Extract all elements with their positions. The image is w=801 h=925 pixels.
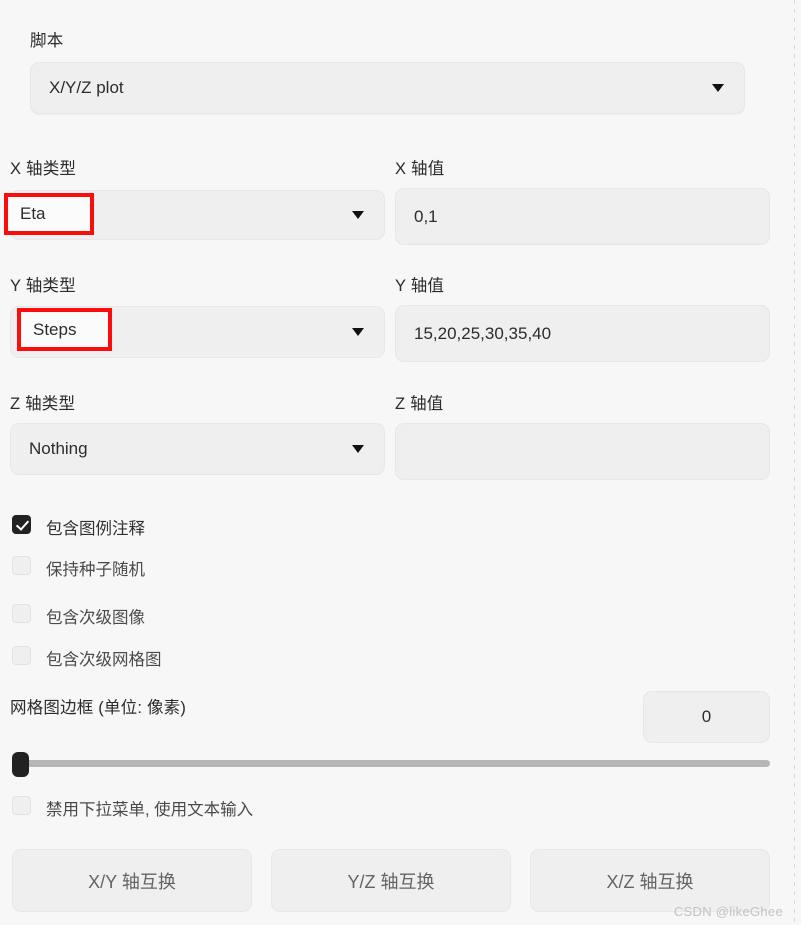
slider-track[interactable]	[12, 760, 770, 767]
swap-yz-button-label: Y/Z 轴互换	[347, 871, 435, 892]
grid-margin-input[interactable]: 0	[643, 691, 770, 743]
z-axis-values-label: Z 轴值	[395, 395, 444, 413]
z-axis-type-label: Z 轴类型	[10, 395, 76, 413]
checkbox-row-disable-dropdowns[interactable]: 禁用下拉菜单, 使用文本输入	[12, 796, 432, 820]
swap-xz-button[interactable]: X/Z 轴互换	[530, 849, 770, 912]
script-dropdown[interactable]: X/Y/Z plot	[30, 62, 745, 114]
checkbox-row-keep-seed-random[interactable]: 保持种子随机	[12, 556, 412, 580]
panel-right-edge-divider	[794, 0, 795, 925]
slider-thumb[interactable]	[12, 752, 29, 777]
swap-xy-button-label: X/Y 轴互换	[88, 871, 176, 892]
watermark: CSDN @likeGhee	[673, 904, 783, 919]
y-axis-values-value: 15,20,25,30,35,40	[414, 323, 552, 343]
z-axis-type-value: Nothing	[29, 439, 88, 458]
y-axis-type-highlight-value: Steps	[33, 319, 77, 339]
z-axis-type-dropdown[interactable]: Nothing	[10, 423, 385, 475]
grid-margin-value: 0	[701, 707, 712, 726]
x-axis-type-label: X 轴类型	[10, 160, 77, 178]
y-axis-type-highlight: Steps	[17, 308, 112, 351]
y-axis-type-label: Y 轴类型	[10, 277, 76, 295]
include-sub-images-label: 包含次级图像	[46, 609, 145, 627]
include-sub-images-checkbox[interactable]	[12, 604, 31, 623]
z-axis-values-input[interactable]	[395, 423, 770, 480]
include-legend-label: 包含图例注释	[46, 520, 145, 538]
disable-dropdowns-checkbox[interactable]	[12, 796, 31, 815]
disable-dropdowns-label: 禁用下拉菜单, 使用文本输入	[46, 801, 254, 819]
swap-xz-button-label: X/Z 轴互换	[606, 871, 694, 892]
x-axis-values-value: 0,1	[414, 206, 438, 226]
keep-seed-random-checkbox[interactable]	[12, 556, 31, 575]
grid-margin-slider[interactable]	[12, 752, 770, 777]
chevron-down-icon	[352, 211, 364, 219]
xyz-plot-panel: 脚本 X/Y/Z plot X 轴类型 Eta Eta X 轴值 0,1 Y 轴…	[0, 0, 801, 925]
include-sub-grids-checkbox[interactable]	[12, 646, 31, 665]
checkbox-row-include-legend[interactable]: 包含图例注释	[12, 515, 412, 539]
x-axis-values-label: X 轴值	[395, 160, 445, 178]
script-dropdown-value: X/Y/Z plot	[49, 78, 124, 97]
y-axis-values-label: Y 轴值	[395, 277, 445, 295]
include-sub-grids-label: 包含次级网格图	[46, 651, 162, 669]
y-axis-values-input[interactable]: 15,20,25,30,35,40	[395, 305, 770, 362]
chevron-down-icon	[712, 84, 724, 92]
checkbox-row-include-sub-grids[interactable]: 包含次级网格图	[12, 646, 412, 670]
grid-margin-label: 网格图边框 (单位: 像素)	[10, 699, 187, 717]
keep-seed-random-label: 保持种子随机	[46, 561, 145, 579]
checkbox-row-include-sub-images[interactable]: 包含次级图像	[12, 604, 412, 628]
x-axis-type-highlight-value: Eta	[20, 204, 46, 223]
x-axis-type-highlight: Eta	[4, 193, 94, 235]
swap-yz-button[interactable]: Y/Z 轴互换	[271, 849, 511, 912]
chevron-down-icon	[352, 328, 364, 336]
x-axis-values-input[interactable]: 0,1	[395, 188, 770, 245]
script-label: 脚本	[30, 32, 64, 50]
include-legend-checkbox[interactable]	[12, 515, 31, 534]
chevron-down-icon	[352, 445, 364, 453]
swap-xy-button[interactable]: X/Y 轴互换	[12, 849, 252, 912]
